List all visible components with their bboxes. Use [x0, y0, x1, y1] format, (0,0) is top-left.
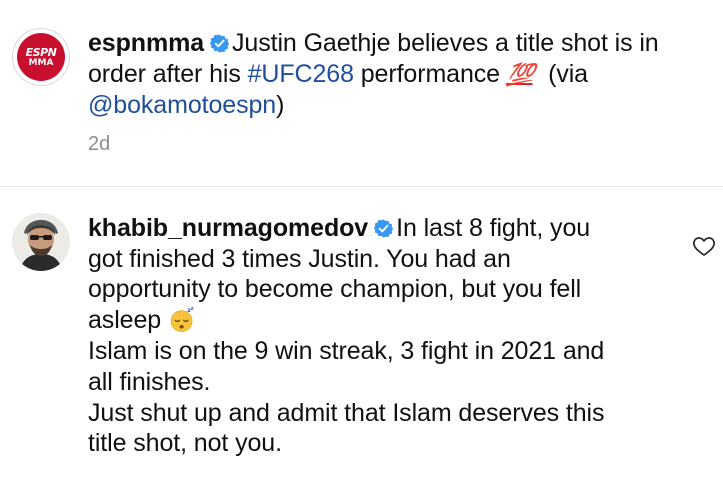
caption-text: Justin Gaethje believes a title shot is … — [232, 29, 659, 57]
comment-line-8: title shot, not you. — [88, 429, 282, 457]
comment-text: In last 8 fight, you — [396, 214, 591, 242]
caption-line-2: order after his #UFC268 performance 💯 (v… — [88, 59, 588, 91]
comment-line-7: Just shut up and admit that Islam deserv… — [88, 399, 605, 427]
heart-outline-icon[interactable] — [692, 234, 716, 258]
verified-badge-icon — [374, 219, 394, 238]
svg-text:z: z — [191, 306, 194, 312]
comment-line-6: all finishes. — [88, 368, 211, 396]
post-author-username[interactable]: espnmma — [88, 29, 204, 57]
comment-line-3: opportunity to become champion, but you … — [88, 275, 582, 303]
post-timestamp: 2d — [88, 133, 111, 155]
khabib-avatar[interactable] — [12, 213, 70, 271]
hundred-points-emoji: 💯 — [505, 63, 535, 88]
sleeping-face-icon: z z — [170, 306, 194, 332]
hashtag-link[interactable]: #UFC268 — [248, 60, 354, 88]
post-caption: ESPN MMA espnmma Justin Gaethje believes … — [0, 0, 723, 186]
caption-text: order after his — [88, 60, 248, 88]
caption-line-1: espnmma Justin Gaethje believes a title s… — [88, 28, 659, 59]
espn-logo-mma: MMA — [28, 57, 54, 68]
comment-line-5: Islam is on the 9 win streak, 3 fight in… — [88, 337, 605, 365]
caption-line-3: @bokamotoespn) — [88, 90, 284, 121]
divider — [0, 186, 723, 187]
khabib-avatar-image — [12, 213, 70, 271]
comment-line-4: asleep z z — [88, 305, 197, 336]
comment-text: asleep — [88, 306, 162, 334]
verified-badge-icon — [210, 34, 230, 53]
espn-logo: ESPN MMA — [17, 33, 65, 81]
caption-text: performance — [353, 60, 507, 88]
espnmma-avatar[interactable]: ESPN MMA — [12, 28, 70, 86]
via-close-text: ) — [276, 91, 285, 119]
comment-author-username[interactable]: khabib_nurmagomedov — [88, 214, 368, 242]
via-open-text: (via — [548, 60, 588, 88]
comment-line-2: got finished 3 times Justin. You had an — [88, 245, 511, 273]
espn-logo-wordmark: ESPN — [25, 45, 57, 59]
comment-line-1: khabib_nurmagomedov In last 8 fight, you — [88, 213, 590, 244]
mention-link[interactable]: @bokamotoespn — [88, 91, 276, 119]
